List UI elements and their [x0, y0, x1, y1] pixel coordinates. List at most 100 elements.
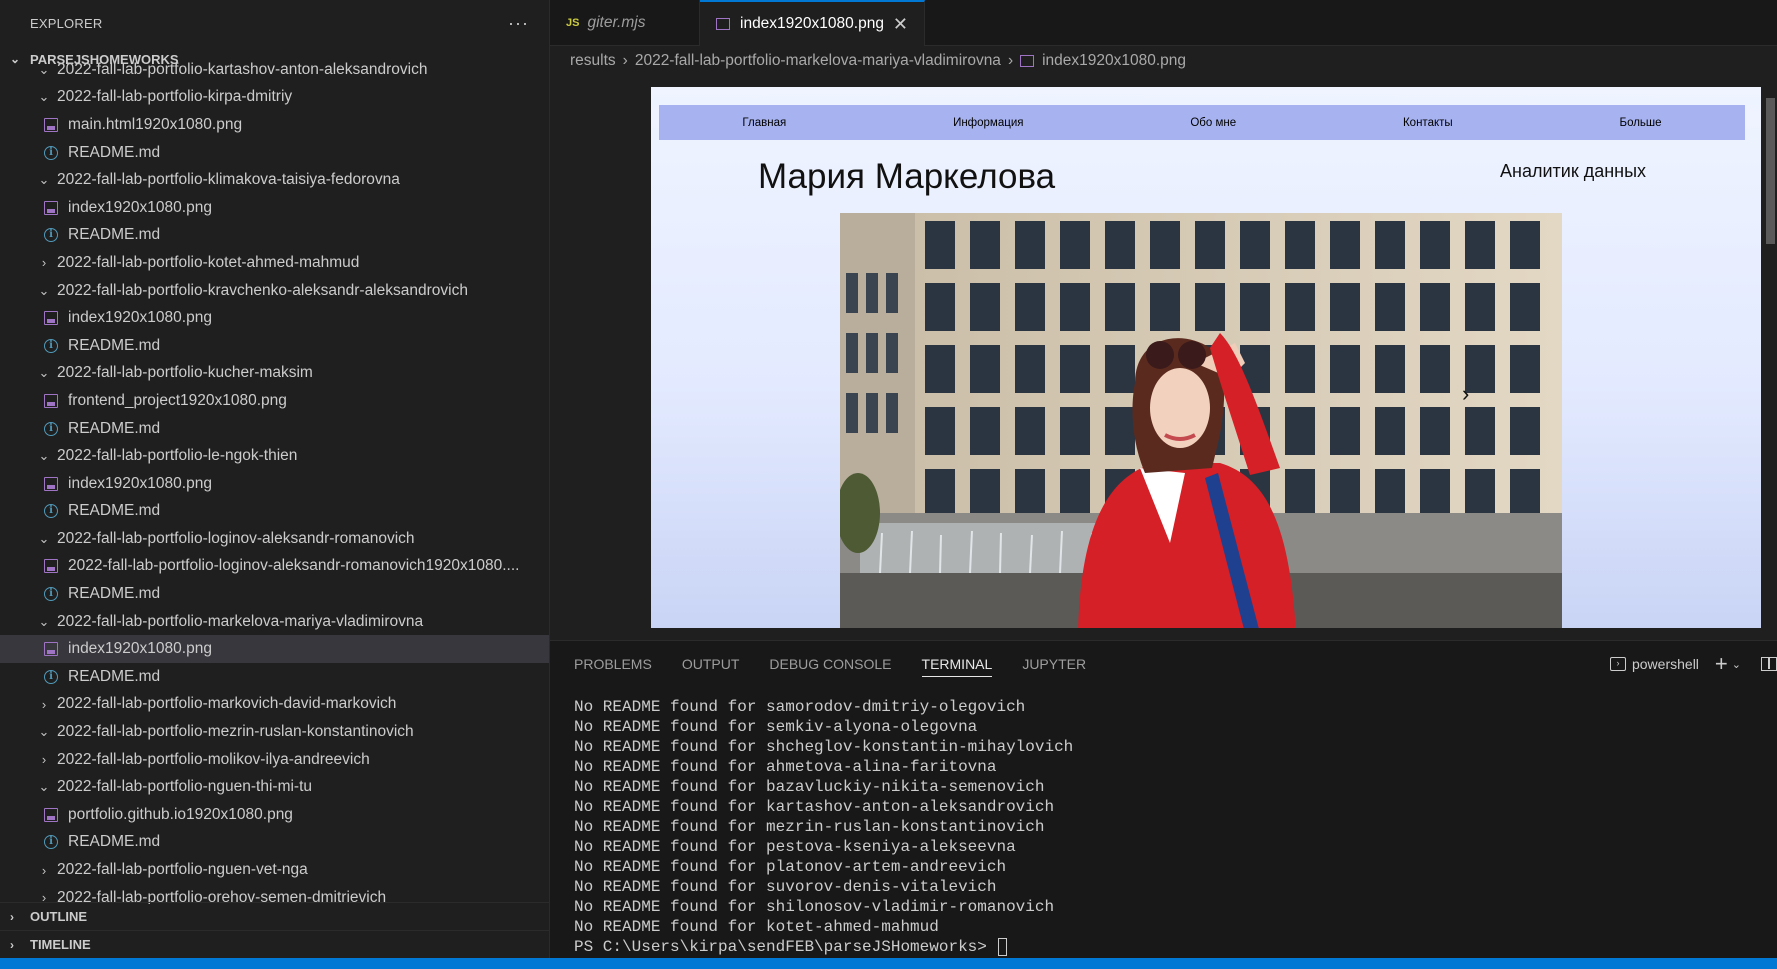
terminal-line: No README found for pestova-kseniya-alek… — [574, 838, 1016, 856]
tree-folder[interactable]: ⌄ 2022-fall-lab-portfolio-loginov-aleksan… — [0, 525, 549, 553]
chevron-right-icon: › — [10, 909, 14, 924]
site-heading-name: Мария Маркелова — [758, 157, 1056, 196]
tree-folder[interactable]: ⌄ 2022-fall-lab-portfolio-markelova-mariy… — [0, 608, 549, 636]
portrait-illustration — [840, 213, 1562, 628]
tree-file[interactable]: index1920x1080.png — [0, 635, 549, 664]
tree-item-label: 2022-fall-lab-portfolio-molikov-ilya-and… — [57, 750, 370, 768]
terminal-actions: › powershell + ⌄ — [1609, 641, 1777, 687]
site-role-text: Аналитик данных — [1500, 161, 1647, 181]
chevron-down-icon: ⌄ — [38, 62, 50, 77]
editor-tabs: JS giter.mjs index1920x1080.png ✕ — [550, 0, 1777, 46]
site-nav-item: Главная — [742, 116, 787, 129]
tree-file[interactable]: 2022-fall-lab-portfolio-loginov-aleksand… — [0, 553, 549, 581]
tree-file[interactable]: index1920x1080.png — [0, 470, 549, 498]
tree-item-label: index1920x1080.png — [68, 474, 212, 492]
image-file-icon — [44, 117, 58, 132]
image-file-icon — [44, 807, 58, 822]
outline-section-header[interactable]: › OUTLINE — [0, 902, 549, 930]
file-tree: ⌄ 2022-fall-lab-portfolio-kartashov-anton… — [0, 62, 549, 904]
tree-folder[interactable]: ⌄ 2022-fall-lab-portfolio-kirpa-dmitriy — [0, 84, 549, 112]
site-nav-item: Контакты — [1402, 116, 1453, 129]
site-nav-item: Информация — [953, 116, 1024, 129]
tree-folder[interactable]: › 2022-fall-lab-portfolio-molikov-ilya-an… — [0, 746, 549, 774]
tab-index-png[interactable]: index1920x1080.png ✕ — [700, 0, 925, 46]
tab-giter-mjs[interactable]: JS giter.mjs — [550, 0, 700, 46]
tree-folder[interactable]: ⌄ 2022-fall-lab-portfolio-mezrin-ruslan-k… — [0, 718, 549, 746]
scrollbar-thumb[interactable] — [1766, 98, 1775, 244]
tree-item-label: README.md — [68, 667, 161, 685]
more-actions-icon[interactable]: ··· — [508, 13, 529, 34]
tree-file[interactable]: i README.md — [0, 415, 549, 443]
tree-file[interactable]: i README.md — [0, 332, 549, 360]
image-preview: Главная Информация Обо мне Контакты Боль… — [651, 87, 1761, 628]
tree-file[interactable]: index1920x1080.png — [0, 194, 549, 222]
tree-folder[interactable]: ⌄ 2022-fall-lab-portfolio-klimakova-taisi… — [0, 166, 549, 194]
image-file-icon — [44, 311, 58, 326]
site-nav-item: Больше — [1619, 116, 1662, 129]
tree-item-label: README.md — [68, 143, 161, 161]
tree-file[interactable]: i README.md — [0, 663, 549, 691]
tree-file[interactable]: portfolio.github.io1920x1080.png — [0, 801, 549, 829]
terminal-cursor — [998, 937, 1008, 956]
info-icon: i — [44, 504, 58, 519]
tab-jupyter[interactable]: JUPYTER — [1022, 641, 1086, 687]
tree-folder[interactable]: › 2022-fall-lab-portfolio-orehov-semen-dm… — [0, 884, 549, 904]
tab-problems[interactable]: PROBLEMS — [574, 641, 652, 687]
chevron-down-icon: ⌄ — [38, 448, 50, 464]
breadcrumb-item[interactable]: 2022-fall-lab-portfolio-markelova-mariya… — [635, 52, 1001, 70]
split-terminal-icon[interactable] — [1761, 657, 1777, 671]
image-file-icon — [716, 18, 730, 30]
tree-item-label: 2022-fall-lab-portfolio-loginov-aleksand… — [68, 557, 520, 575]
terminal-line: No README found for kotet-ahmed-mahmud — [574, 918, 939, 936]
tree-file[interactable]: index1920x1080.png — [0, 304, 549, 332]
tree-item-label: README.md — [68, 502, 161, 520]
tree-item-label: main.html1920x1080.png — [68, 115, 243, 133]
tree-folder[interactable]: ⌄ 2022-fall-lab-portfolio-le-ngok-thien — [0, 442, 549, 470]
image-file-icon — [44, 642, 58, 657]
tree-item-label: 2022-fall-lab-portfolio-loginov-aleksand… — [57, 529, 415, 547]
tab-label: giter.mjs — [587, 14, 646, 31]
terminal-prompt: PS C:\Users\kirpa\sendFEB\parseJSHomewor… — [574, 938, 997, 956]
timeline-label: TIMELINE — [30, 937, 91, 952]
tree-folder[interactable]: ⌄ 2022-fall-lab-portfolio-kartashov-anton… — [0, 62, 549, 84]
chevron-right-icon: › — [41, 255, 47, 271]
terminal-shell-label[interactable]: powershell — [1632, 656, 1699, 672]
tree-item-label: index1920x1080.png — [68, 640, 212, 658]
tree-file[interactable]: i README.md — [0, 498, 549, 526]
tree-folder[interactable]: › 2022-fall-lab-portfolio-kotet-ahmed-mah… — [0, 249, 549, 277]
tree-folder[interactable]: › 2022-fall-lab-portfolio-nguen-vet-nga — [0, 856, 549, 884]
terminal-line: No README found for bazavluckiy-nikita-s… — [574, 778, 1045, 796]
tab-debug-console[interactable]: DEBUG CONSOLE — [769, 641, 891, 687]
tab-terminal[interactable]: TERMINAL — [921, 651, 993, 677]
breadcrumb-item[interactable]: index1920x1080.png — [1042, 52, 1186, 70]
info-icon: i — [44, 421, 58, 436]
tree-file[interactable]: i README.md — [0, 222, 549, 250]
info-icon: i — [44, 835, 58, 850]
tree-folder[interactable]: ⌄ 2022-fall-lab-portfolio-nguen-thi-mi-tu — [0, 773, 549, 801]
close-tab-icon[interactable]: ✕ — [893, 14, 908, 35]
terminal-line: No README found for semkiv-alyona-olegov… — [574, 718, 978, 736]
terminal-output[interactable]: No README found for samorodov-dmitriy-ol… — [574, 697, 1073, 957]
breadcrumb-item[interactable]: results — [570, 52, 616, 70]
chevron-right-icon: › — [622, 52, 628, 69]
outline-label: OUTLINE — [30, 909, 88, 924]
tree-item-label: 2022-fall-lab-portfolio-kotet-ahmed-mahm… — [57, 253, 360, 271]
tree-folder[interactable]: › 2022-fall-lab-portfolio-markovich-david… — [0, 691, 549, 719]
chevron-down-icon[interactable]: ⌄ — [1732, 658, 1741, 671]
tree-file[interactable]: i README.md — [0, 829, 549, 857]
tree-file[interactable]: i README.md — [0, 139, 549, 167]
tree-item-label: README.md — [68, 419, 161, 437]
tree-file[interactable]: frontend_project1920x1080.png — [0, 387, 549, 415]
tree-file[interactable]: i README.md — [0, 580, 549, 608]
new-terminal-icon[interactable]: + — [1715, 651, 1728, 677]
tree-folder[interactable]: ⌄ 2022-fall-lab-portfolio-kravchenko-alek… — [0, 277, 549, 305]
tree-folder[interactable]: ⌄ 2022-fall-lab-portfolio-kucher-maksim — [0, 360, 549, 388]
image-file-icon — [1020, 55, 1035, 67]
tab-output[interactable]: OUTPUT — [682, 641, 740, 687]
portfolio-photo: › — [840, 213, 1562, 628]
chevron-right-icon: › — [41, 752, 47, 768]
explorer-sidebar: EXPLORER ··· ⌄ PARSEJSHOMEWORKS ⌄ 2022-fa… — [0, 0, 550, 958]
timeline-section-header[interactable]: › TIMELINE — [0, 930, 549, 958]
tree-file[interactable]: main.html1920x1080.png — [0, 111, 549, 139]
vscode-window: EXPLORER ··· ⌄ PARSEJSHOMEWORKS ⌄ 2022-fa… — [0, 0, 1777, 969]
